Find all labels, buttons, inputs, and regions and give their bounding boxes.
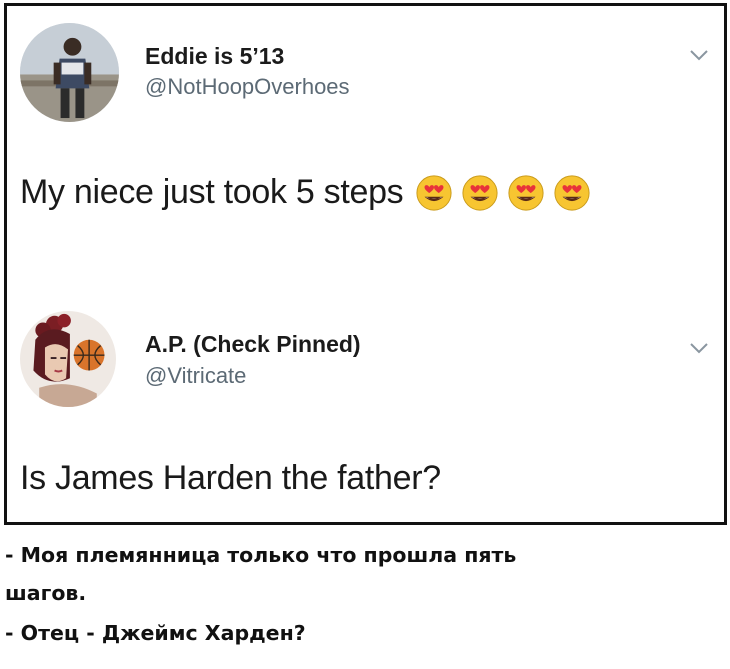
tweet-body: My niece just took 5 steps bbox=[20, 173, 404, 211]
heart-eyes-emoji-icon bbox=[508, 174, 544, 211]
heart-eyes-emoji-icon bbox=[462, 174, 498, 211]
user-handle[interactable]: @NotHoopOverhoes bbox=[145, 74, 350, 100]
chevron-down-icon[interactable] bbox=[688, 341, 710, 355]
user-handle[interactable]: @Vitricate bbox=[145, 363, 246, 389]
caption-line: - Моя племянница только что прошла пять bbox=[5, 543, 517, 567]
tweet-text: Is James Harden the father? bbox=[20, 459, 441, 497]
display-name[interactable]: A.P. (Check Pinned) bbox=[145, 331, 361, 358]
caption-line: - Отец - Джеймс Харден? bbox=[5, 621, 306, 645]
avatar[interactable] bbox=[20, 311, 116, 407]
avatar[interactable] bbox=[20, 23, 119, 122]
display-name[interactable]: Eddie is 5’13 bbox=[145, 43, 284, 70]
caption-line: шагов. bbox=[5, 581, 87, 605]
tweet-reply[interactable]: A.P. (Check Pinned) @Vitricate Is James … bbox=[7, 301, 724, 522]
heart-eyes-emoji-icon bbox=[416, 174, 452, 211]
tweet-original[interactable]: Eddie is 5’13 @NotHoopOverhoes My niece … bbox=[7, 6, 724, 301]
screenshot-frame: Eddie is 5’13 @NotHoopOverhoes My niece … bbox=[4, 3, 727, 525]
tweet-text: My niece just took 5 steps bbox=[20, 173, 591, 212]
heart-eyes-emoji-icon bbox=[554, 174, 590, 211]
avatar-photo-icon bbox=[20, 23, 119, 122]
avatar-illustration-icon bbox=[20, 311, 116, 407]
emoji-row bbox=[415, 174, 591, 212]
chevron-down-icon[interactable] bbox=[688, 48, 710, 62]
